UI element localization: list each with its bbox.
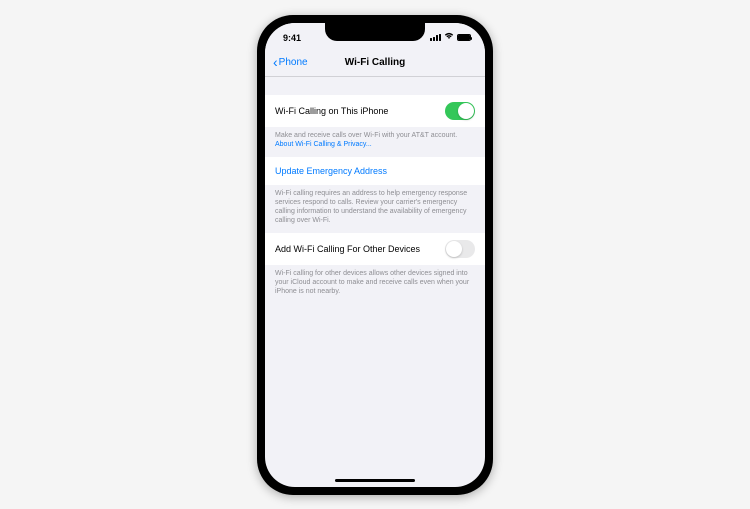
status-right <box>430 33 471 43</box>
other-devices-toggle[interactable] <box>445 240 475 258</box>
phone-device-frame: 9:41 ‹ Phone Wi-Fi Calling Wi-Fi Calling… <box>257 15 493 495</box>
cellular-signal-icon <box>430 34 441 42</box>
about-wifi-calling-link[interactable]: About Wi-Fi Calling & Privacy... <box>275 141 372 148</box>
notch <box>325 23 425 41</box>
back-button[interactable]: ‹ Phone <box>273 55 308 69</box>
phone-screen: 9:41 ‹ Phone Wi-Fi Calling Wi-Fi Calling… <box>265 23 485 487</box>
footer-text: Make and receive calls over Wi-Fi with y… <box>275 132 457 139</box>
battery-icon <box>457 34 471 41</box>
wifi-calling-toggle[interactable] <box>445 102 475 120</box>
settings-content[interactable]: Wi-Fi Calling on This iPhone Make and re… <box>265 77 485 487</box>
wifi-calling-this-iphone-cell[interactable]: Wi-Fi Calling on This iPhone <box>265 95 485 127</box>
back-label: Phone <box>279 57 308 68</box>
cell-link-label: Update Emergency Address <box>275 166 387 176</box>
section-footer: Make and receive calls over Wi-Fi with y… <box>265 127 485 157</box>
wifi-icon <box>444 32 454 42</box>
status-time: 9:41 <box>283 33 301 43</box>
cell-label: Wi-Fi Calling on This iPhone <box>275 106 388 116</box>
cell-label: Add Wi-Fi Calling For Other Devices <box>275 244 420 254</box>
section-footer: Wi-Fi calling for other devices allows o… <box>265 265 485 304</box>
section-footer: Wi-Fi calling requires an address to hel… <box>265 185 485 233</box>
navigation-bar: ‹ Phone Wi-Fi Calling <box>265 49 485 77</box>
wifi-calling-other-devices-cell[interactable]: Add Wi-Fi Calling For Other Devices <box>265 233 485 265</box>
chevron-left-icon: ‹ <box>273 55 278 69</box>
home-indicator[interactable] <box>335 479 415 482</box>
update-emergency-address-cell[interactable]: Update Emergency Address <box>265 157 485 185</box>
